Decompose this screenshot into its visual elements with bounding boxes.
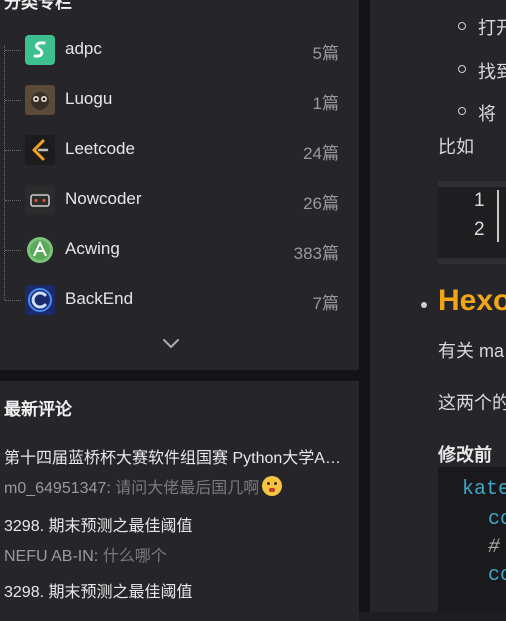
list-bullet xyxy=(458,22,466,30)
code-line: co xyxy=(488,508,506,531)
category-item-nowcoder[interactable]: Nowcoder 26篇 xyxy=(0,180,359,220)
category-name: Leetcode xyxy=(65,139,135,158)
code-block xyxy=(438,181,506,264)
column-gap xyxy=(359,0,370,612)
tree-dash xyxy=(5,150,21,151)
category-item-adpc[interactable]: adpc 5篇 xyxy=(0,30,359,70)
category-count: 1篇 xyxy=(312,94,339,113)
code-line: co xyxy=(488,564,506,587)
category-count: 26篇 xyxy=(303,194,339,213)
category-name: Nowcoder xyxy=(65,189,142,208)
list-bullet xyxy=(458,107,466,115)
section-heading: Hexo xyxy=(438,284,506,317)
category-count: 383篇 xyxy=(293,244,339,263)
code-comment: # xyxy=(488,536,501,559)
tree-dash xyxy=(5,200,21,201)
tree-dash xyxy=(5,250,21,251)
tree-dash xyxy=(5,300,21,301)
nowcoder-icon xyxy=(25,185,55,215)
list-bullet xyxy=(421,302,427,308)
comment-article-link[interactable]: 第十四届蓝桥杯大赛软件组国赛 Python大学A组 个人暴力题解 xyxy=(4,444,344,468)
luogu-icon xyxy=(25,85,55,115)
before-label: 修改前 xyxy=(438,445,492,465)
category-name: Acwing xyxy=(65,239,120,258)
emoji-icon xyxy=(262,476,283,496)
gutter-line xyxy=(497,190,499,242)
paragraph: 比如 xyxy=(438,137,474,157)
comments-card: 最新评论 第十四届蓝桥杯大赛软件组国赛 Python大学A组 个人暴力题解 m0… xyxy=(0,381,359,621)
category-count: 7篇 xyxy=(312,294,339,313)
list-bullet xyxy=(458,65,466,73)
comment-text: 什么哪个 xyxy=(102,548,167,565)
code-line: kate xyxy=(462,478,506,501)
line-number: 1 xyxy=(474,190,485,211)
category-item-acwing[interactable]: Acwing 383篇 xyxy=(0,230,359,270)
category-name: Luogu xyxy=(65,89,113,108)
tree-dash xyxy=(5,50,21,51)
comment-user[interactable]: m0_64951347: xyxy=(4,480,111,497)
comments-title: 最新评论 xyxy=(4,400,72,419)
chevron-down-icon[interactable] xyxy=(162,337,180,349)
list-item: 找到 xyxy=(478,62,506,82)
comment-line: NEFU AB-IN: 什么哪个 xyxy=(4,542,344,566)
tree-dash xyxy=(5,100,21,101)
comment-article-link[interactable]: 3298. 期末预测之最佳阈值 xyxy=(4,512,344,536)
category-name: BackEnd xyxy=(65,289,134,308)
line-number: 2 xyxy=(474,219,485,240)
adpc-icon xyxy=(25,35,55,65)
category-count: 5篇 xyxy=(312,44,339,63)
paragraph: 这两个的 xyxy=(438,393,506,413)
acwing-icon xyxy=(25,235,55,265)
comment-article-link[interactable]: 3298. 期末预测之最佳阈值 xyxy=(4,578,344,602)
leetcode-icon xyxy=(25,135,55,165)
category-count: 24篇 xyxy=(303,144,339,163)
category-item-backend[interactable]: BackEnd 7篇 xyxy=(0,280,359,320)
paragraph: 有关 ma xyxy=(438,341,505,361)
category-card: 分类专栏 adpc 5篇 Luogu 1篇 Leetcode 24篇 Nowco… xyxy=(0,0,359,370)
list-item: 将 xyxy=(478,104,496,124)
comment-user[interactable]: NEFU AB-IN: xyxy=(4,548,98,565)
comment-text: 请问大佬最后国几啊 xyxy=(115,480,260,497)
comment-line: m0_64951347: 请问大佬最后国几啊 xyxy=(4,474,344,498)
category-item-luogu[interactable]: Luogu 1篇 xyxy=(0,80,359,120)
category-name: adpc xyxy=(65,39,102,58)
article-content: 打开 找到 将 比如 1 2 Hexo 有关 ma 这两个的 修改前 kate … xyxy=(370,0,506,612)
category-item-leetcode[interactable]: Leetcode 24篇 xyxy=(0,130,359,170)
list-item: 打开 xyxy=(478,18,506,38)
backend-icon xyxy=(25,285,55,315)
category-title: 分类专栏 xyxy=(4,0,72,12)
sidebar: 分类专栏 adpc 5篇 Luogu 1篇 Leetcode 24篇 Nowco… xyxy=(0,0,359,621)
